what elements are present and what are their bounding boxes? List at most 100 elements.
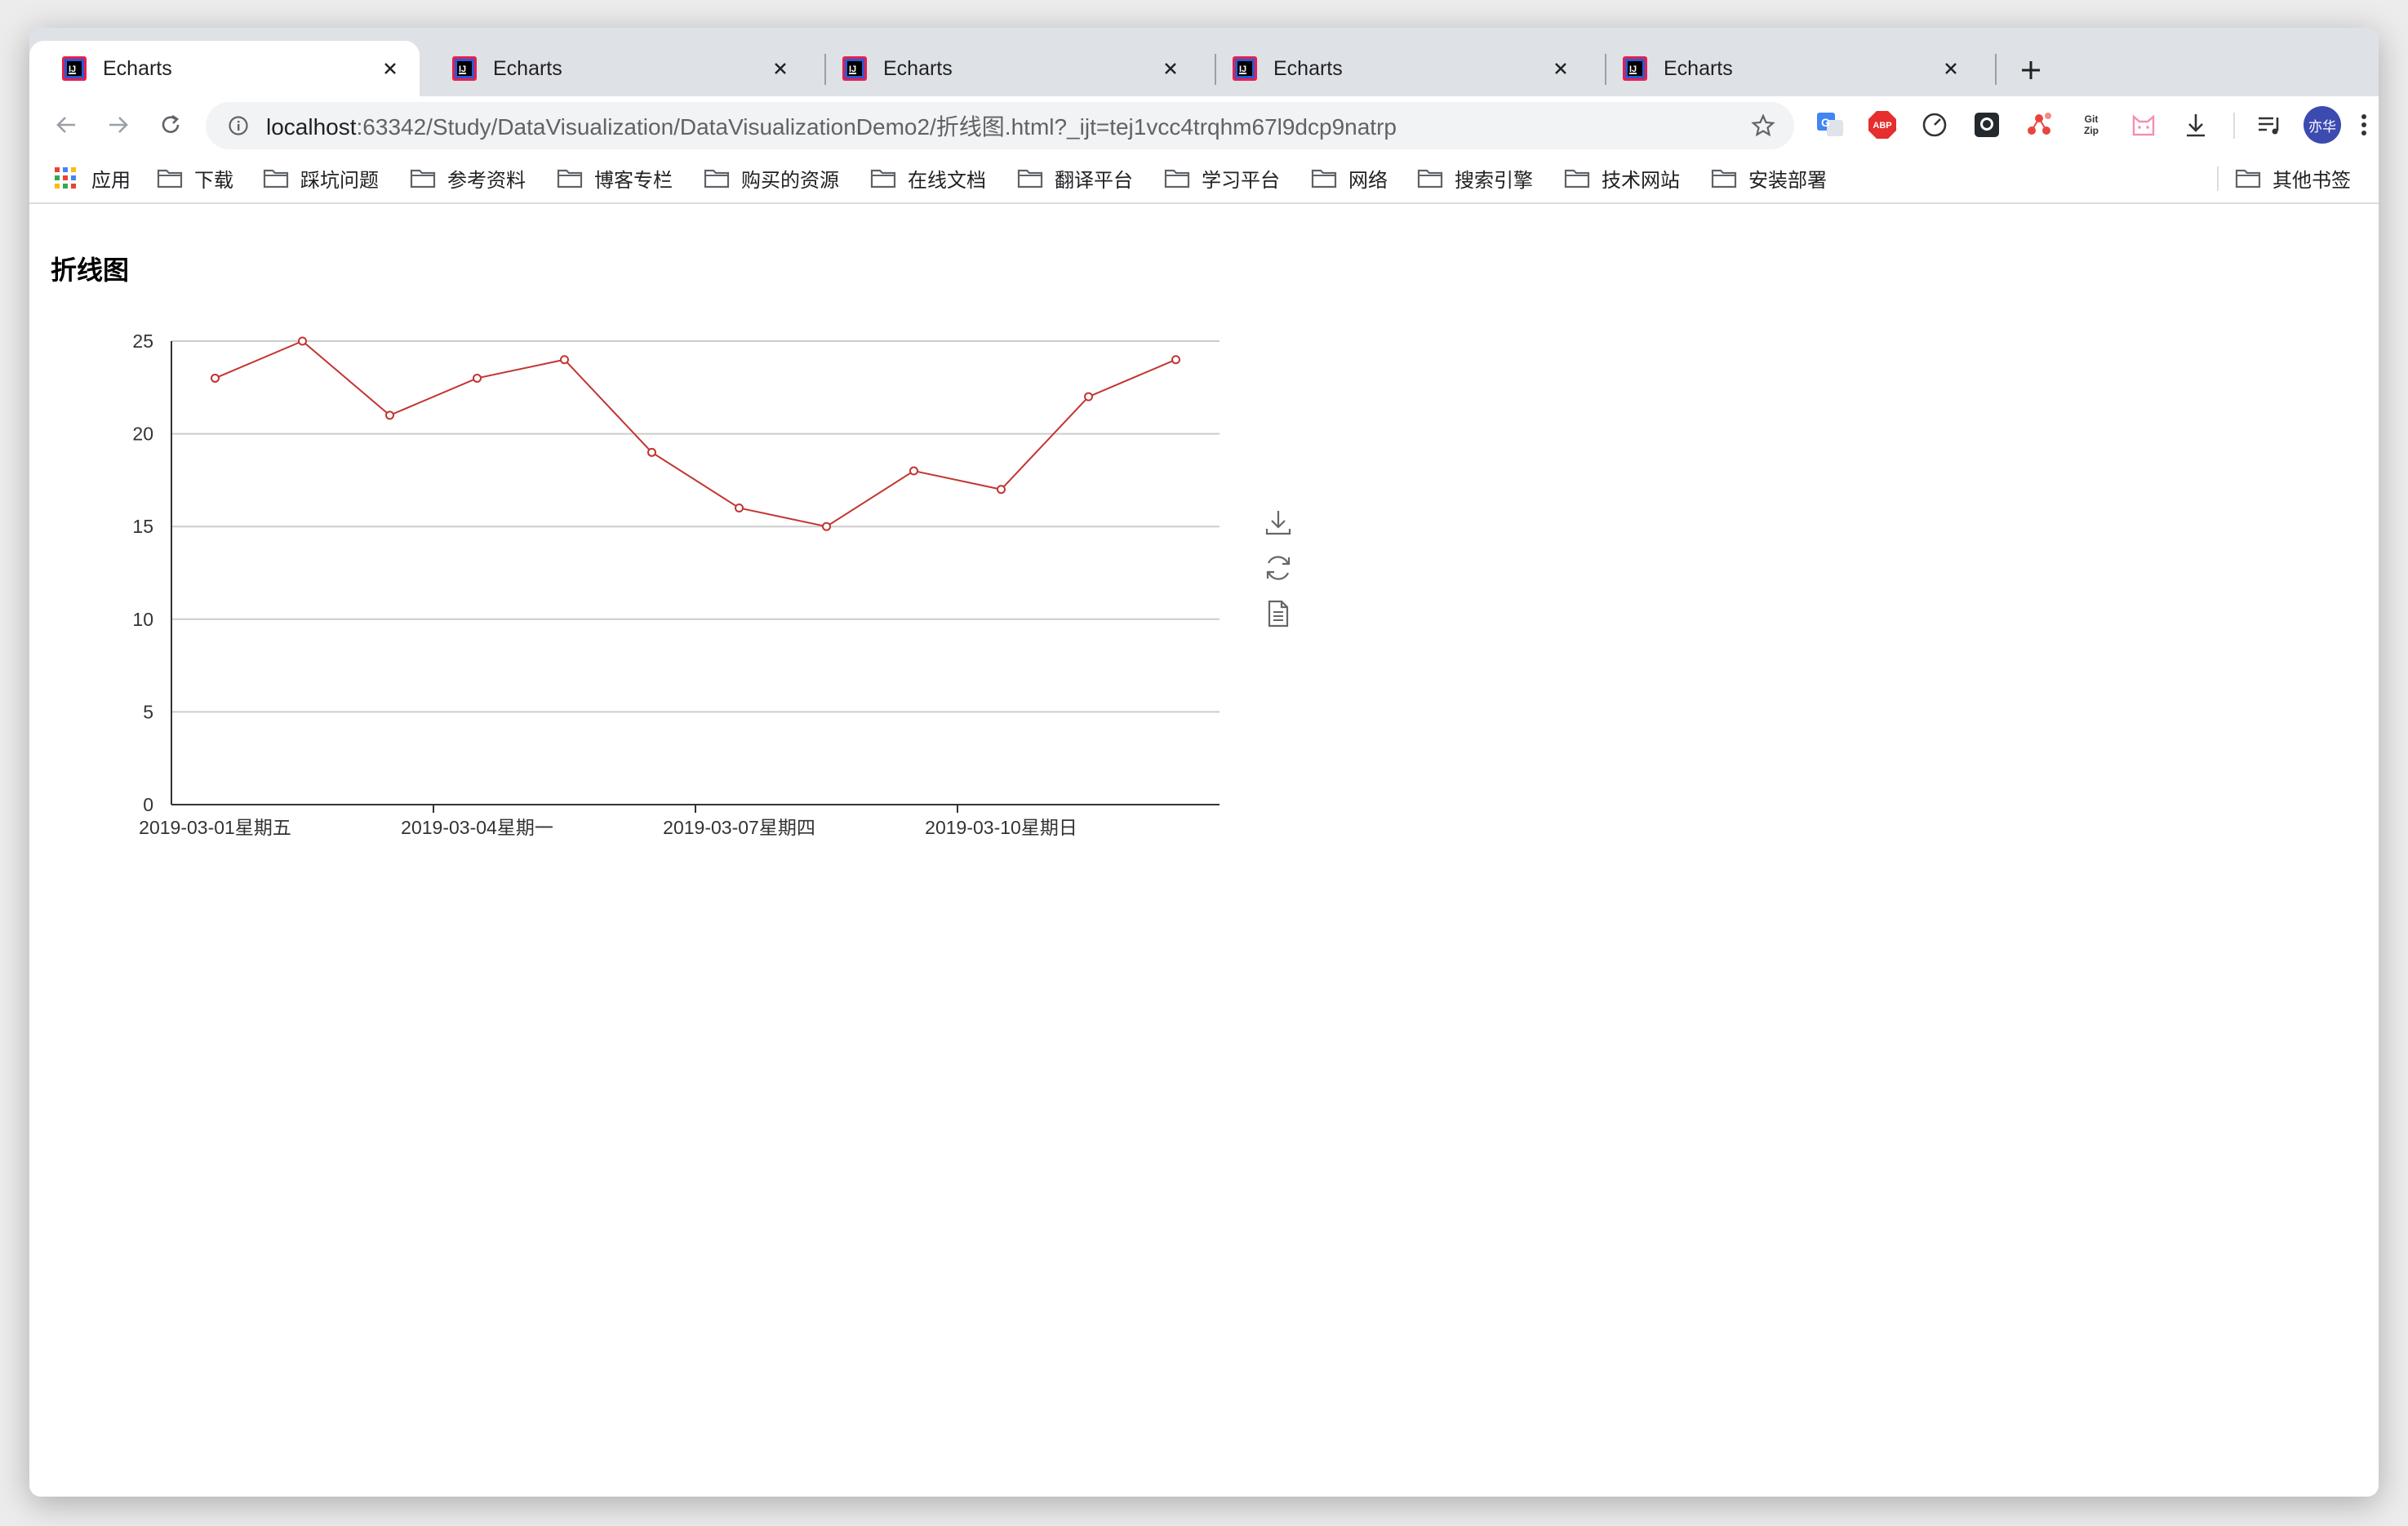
folder-icon xyxy=(1164,167,1190,189)
bookmark-folder[interactable]: 参考资料 xyxy=(410,163,526,193)
x-tick-label: 2019-03-07星期四 xyxy=(663,817,815,838)
new-tab-button[interactable] xyxy=(2010,49,2052,91)
tab-close-icon[interactable] xyxy=(766,54,795,83)
browser-window: IJ Echarts IJ Echarts IJ Echarts IJ Echa… xyxy=(29,28,2379,1497)
data-point[interactable] xyxy=(997,485,1006,495)
bookmark-folder[interactable]: 学习平台 xyxy=(1164,163,1280,193)
bookmark-folder[interactable]: 网络 xyxy=(1311,163,1388,193)
toolbar-separator xyxy=(2233,113,2235,139)
data-point[interactable] xyxy=(647,447,656,457)
tab-close-icon[interactable] xyxy=(1156,54,1185,83)
network-extension-icon[interactable] xyxy=(2023,109,2055,141)
data-point[interactable] xyxy=(1084,392,1093,401)
data-point[interactable] xyxy=(560,355,569,365)
folder-icon xyxy=(410,167,436,189)
bookmark-label: 踩坑问题 xyxy=(300,169,379,192)
bookmark-label: 其他书签 xyxy=(2272,169,2351,192)
bookmarks-bar: 应用 下载 踩坑问题 参考资料 博客专栏 购买的资源 在线文档 翻译平台 学习平… xyxy=(29,153,2379,204)
intellij-favicon-icon: IJ xyxy=(841,55,869,82)
tab-close-icon[interactable] xyxy=(375,54,405,83)
tab-echarts-5[interactable]: IJ Echarts xyxy=(1590,41,1980,96)
tab-title: Echarts xyxy=(1273,56,1343,80)
tab-close-icon[interactable] xyxy=(1936,54,1966,83)
bookmarks-separator xyxy=(2217,166,2219,191)
google-translate-icon[interactable]: G xyxy=(1814,109,1846,141)
tab-close-icon[interactable] xyxy=(1546,54,1575,83)
data-point[interactable] xyxy=(211,373,220,383)
profile-avatar[interactable]: 亦华 xyxy=(2304,106,2341,144)
speed-gauge-icon[interactable] xyxy=(1918,109,1951,141)
address-bar[interactable]: localhost:63342/Study/DataVisualization/… xyxy=(206,102,1794,149)
github-icon[interactable] xyxy=(1970,109,2003,141)
media-playlist-icon[interactable] xyxy=(2253,109,2286,141)
apps-grid-icon xyxy=(54,167,80,189)
data-point[interactable] xyxy=(298,336,307,346)
cat-extension-icon[interactable] xyxy=(2127,109,2160,141)
tab-strip: IJ Echarts IJ Echarts IJ Echarts IJ Echa… xyxy=(29,28,2379,96)
bookmark-folder[interactable]: 搜索引擎 xyxy=(1417,163,1533,193)
y-tick-label: 20 xyxy=(132,424,153,445)
folder-icon xyxy=(1017,167,1043,189)
reload-button[interactable] xyxy=(150,104,191,145)
intellij-favicon-icon: IJ xyxy=(60,55,88,82)
data-point[interactable] xyxy=(385,410,394,420)
intellij-favicon-icon: IJ xyxy=(451,55,478,82)
adblock-label: ABP xyxy=(1873,121,1891,131)
page-content: 折线图 0 5 10 15 20 25 2019-03-01星期五 2019-03-04星期一… xyxy=(29,204,2379,1497)
bookmark-label: 在线文档 xyxy=(908,169,986,192)
svg-text:G: G xyxy=(1821,116,1830,129)
tab-title: Echarts xyxy=(883,56,953,80)
chart-toolbox xyxy=(1264,508,1293,628)
tab-echarts-1[interactable]: IJ Echarts xyxy=(29,41,420,96)
y-tick-label: 5 xyxy=(143,701,153,722)
bookmark-folder[interactable]: 购买的资源 xyxy=(704,163,839,193)
folder-icon xyxy=(1417,167,1443,189)
bookmark-label: 应用 xyxy=(91,169,131,192)
bookmark-folder[interactable]: 踩坑问题 xyxy=(263,163,379,193)
site-info-icon[interactable] xyxy=(222,109,255,142)
chart-grid xyxy=(171,340,1220,713)
browser-toolbar: localhost:63342/Study/DataVisualization/… xyxy=(29,96,2379,153)
tab-title: Echarts xyxy=(103,56,172,80)
bookmark-label: 搜索引擎 xyxy=(1455,169,1533,192)
bookmark-folder[interactable]: 在线文档 xyxy=(870,163,986,193)
restore-icon[interactable] xyxy=(1264,553,1293,583)
folder-icon xyxy=(870,167,896,189)
other-bookmarks-folder[interactable]: 其他书签 xyxy=(2235,163,2351,193)
tab-echarts-4[interactable]: IJ Echarts xyxy=(1200,41,1590,96)
y-tick-label: 15 xyxy=(132,516,153,537)
bookmark-folder[interactable]: 安装部署 xyxy=(1711,163,1827,193)
bookmark-apps[interactable]: 应用 xyxy=(54,163,131,193)
bookmark-label: 安装部署 xyxy=(1748,169,1827,192)
data-point[interactable] xyxy=(735,503,744,512)
tab-echarts-2[interactable]: IJ Echarts xyxy=(420,41,810,96)
bookmark-folder[interactable]: 技术网站 xyxy=(1564,163,1680,193)
data-view-icon[interactable] xyxy=(1264,599,1293,628)
bookmark-label: 学习平台 xyxy=(1202,169,1280,192)
adblock-plus-icon[interactable]: ABP xyxy=(1866,109,1899,141)
bookmark-folder[interactable]: 翻译平台 xyxy=(1017,163,1133,193)
tab-echarts-3[interactable]: IJ Echarts xyxy=(810,41,1200,96)
bookmark-folder[interactable]: 博客专栏 xyxy=(557,163,673,193)
more-menu-icon[interactable] xyxy=(2348,109,2379,141)
gitzip-icon[interactable]: Git Zip xyxy=(2075,109,2108,141)
data-point[interactable] xyxy=(822,521,831,531)
y-tick-label: 10 xyxy=(132,609,153,630)
x-tick-label: 2019-03-01星期五 xyxy=(139,817,291,838)
forward-button[interactable] xyxy=(98,104,139,145)
bookmark-folder[interactable]: 下载 xyxy=(157,163,233,193)
folder-icon xyxy=(2235,167,2261,189)
data-point[interactable] xyxy=(1171,355,1180,365)
data-point[interactable] xyxy=(909,466,918,476)
bookmark-label: 下载 xyxy=(194,169,233,192)
folder-icon xyxy=(1311,167,1337,189)
url-text: localhost:63342/Study/DataVisualization/… xyxy=(266,109,1397,142)
bookmark-label: 博客专栏 xyxy=(594,169,673,192)
svg-text:Git: Git xyxy=(2085,113,2099,125)
save-as-image-icon[interactable] xyxy=(1264,508,1293,537)
bookmark-star-icon[interactable] xyxy=(1747,109,1779,142)
back-button[interactable] xyxy=(46,104,87,145)
data-point[interactable] xyxy=(473,373,482,383)
x-tick-label: 2019-03-04星期一 xyxy=(401,817,553,838)
download-arrow-icon[interactable] xyxy=(2179,109,2212,141)
